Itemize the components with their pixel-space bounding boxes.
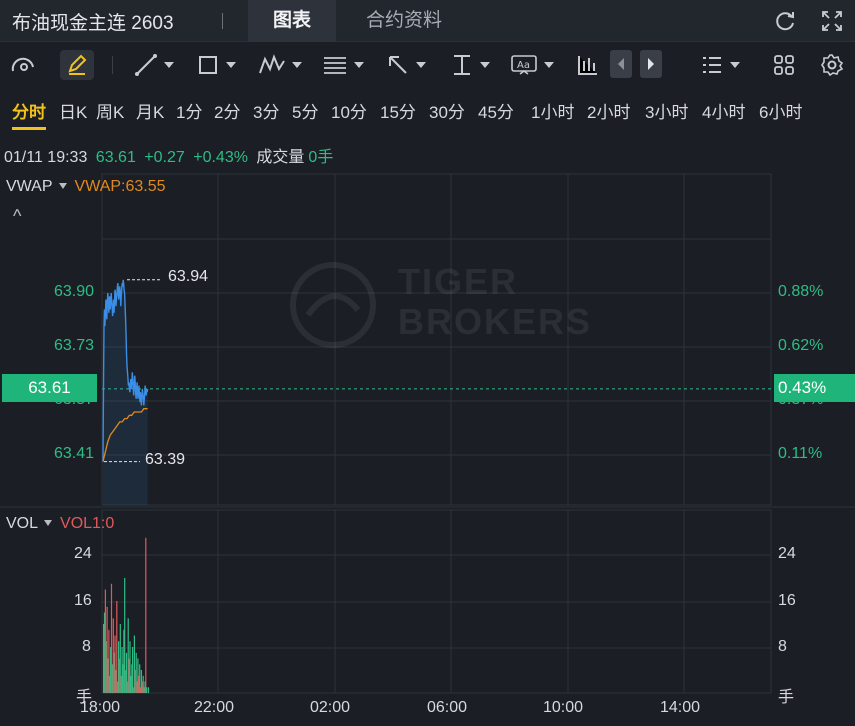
price-tick: 63.73 (53, 337, 94, 354)
pct-tick: 0.11% (778, 445, 823, 462)
chevron-down-icon (44, 519, 53, 526)
price-indicator-selector[interactable]: VWAP VWAP:63.55 (6, 178, 166, 196)
vwap-value: VWAP:63.55 (74, 178, 166, 195)
collapse-icon[interactable]: ^ (13, 206, 21, 227)
volume-bar (132, 647, 134, 693)
volume-tick: 16 (74, 592, 92, 609)
current-pct-tag: 0.43% (774, 374, 855, 402)
low-price-label: 63.39 (145, 451, 186, 468)
vol1-value: VOL1:0 (60, 515, 115, 532)
price-indicator-name: VWAP (6, 178, 53, 195)
pct-tick: 0.62% (778, 337, 824, 354)
tiger-logo-icon (290, 262, 376, 348)
volume-bar (146, 687, 148, 694)
volume-bar (145, 537, 147, 694)
watermark-line-1: TIGER (398, 261, 519, 302)
price-tick: 63.41 (53, 445, 94, 462)
price-tick: 63.90 (53, 283, 94, 300)
watermark-line-2: BROKERS (398, 301, 593, 342)
time-tick: 02:00 (310, 699, 351, 716)
volume-tick: 8 (778, 638, 787, 655)
high-price-label: 63.94 (168, 268, 209, 285)
time-tick: 06:00 (427, 699, 468, 716)
volume-tick: 16 (778, 592, 796, 609)
time-tick: 10:00 (543, 699, 584, 716)
watermark-text: TIGER BROKERS (398, 262, 592, 342)
time-tick: 14:00 (660, 699, 701, 716)
volume-bar (147, 687, 150, 694)
volume-tick: 24 (778, 545, 796, 562)
volume-tick: 24 (74, 545, 92, 562)
volume-indicator-selector[interactable]: VOL VOL1:0 (6, 515, 114, 533)
chevron-down-icon (58, 182, 67, 189)
volume-tick: 8 (82, 638, 91, 655)
intraday-chart[interactable] (0, 0, 855, 726)
volume-bar (116, 601, 118, 693)
time-tick: 18:00 (80, 699, 121, 716)
volume-indicator-name: VOL (6, 515, 39, 532)
pct-tick: 0.88% (778, 283, 824, 300)
time-tick: 22:00 (194, 699, 235, 716)
watermark: TIGER BROKERS (288, 260, 590, 355)
volume-unit: 手 (778, 689, 795, 706)
current-price-tag: 63.61 (2, 374, 97, 402)
